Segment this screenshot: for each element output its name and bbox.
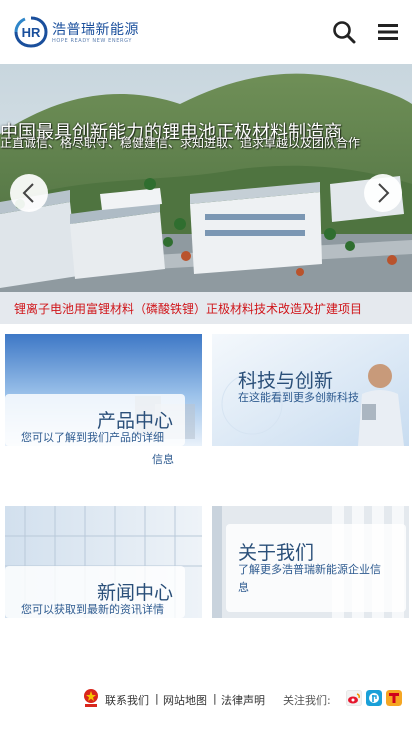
footer-separator: | <box>213 692 217 705</box>
card-news[interactable]: 新闻中心 您可以获取到最新的资讯详情 <box>5 506 202 618</box>
ticker-text[interactable]: 锂离子电池用富锂材料（磷酸铁锂）正极材料技术改造及扩建项目 <box>14 300 362 317</box>
chevron-left-icon <box>22 183 34 203</box>
card-about[interactable]: 关于我们 了解更多浩普瑞新能源企业信 息 <box>212 506 409 618</box>
banner-factory-image <box>0 64 412 324</box>
logo-chinese-name: 浩普瑞新能源 <box>52 22 139 38</box>
card-technology[interactable]: 科技与创新 在这能看到更多创新科技 <box>212 334 409 446</box>
footer-link-legal[interactable]: 法律声明 <box>221 692 265 708</box>
card-description: 您可以获取到最新的资讯详情 <box>21 603 164 616</box>
follow-us-label: 关注我们: <box>283 694 331 707</box>
card-description: 您可以了解到我们产品的详细 <box>21 431 164 444</box>
logo-mark-icon: HR <box>14 16 48 48</box>
chevron-right-icon <box>378 183 390 203</box>
news-ticker[interactable]: 锂离子电池用富锂材料（磷酸铁锂）正极材料技术改造及扩建项目 <box>0 292 412 324</box>
zhihu-icon[interactable] <box>366 690 382 706</box>
menu-button[interactable] <box>376 20 400 44</box>
card-description: 在这能看到更多创新科技 <box>238 391 359 404</box>
search-icon <box>333 21 356 44</box>
weibo-icon[interactable] <box>346 690 362 706</box>
footer-link-contact[interactable]: 联系我们 <box>105 692 149 708</box>
card-products[interactable]: 产品中心 您可以了解到我们产品的详细 <box>5 334 202 446</box>
card-description-continued: 信息 <box>152 453 174 466</box>
banner-next-button[interactable] <box>364 174 402 212</box>
hamburger-menu-icon <box>378 24 398 40</box>
banner-prev-button[interactable] <box>10 174 48 212</box>
site-logo[interactable]: HR 浩普瑞新能源 HOPE READY NEW ENERGY <box>14 14 139 50</box>
site-footer: 联系我们 | 网站地图 | 法律声明 关注我们: <box>0 688 412 712</box>
card-description-continued: 息 <box>238 581 249 594</box>
hero-banner[interactable]: 中国最具创新能力的锂电池正极材料制造商 正直诚信、格尽职守、稳健建信、求知进取、… <box>0 64 412 324</box>
footer-link-sitemap[interactable]: 网站地图 <box>163 692 207 708</box>
footer-separator: | <box>155 692 159 705</box>
logo-mark-text: HR <box>22 25 41 40</box>
card-description: 了解更多浩普瑞新能源企业信 <box>238 563 381 576</box>
tencent-weibo-icon[interactable] <box>386 690 402 706</box>
logo-english-name: HOPE READY NEW ENERGY <box>52 38 132 44</box>
site-header: HR 浩普瑞新能源 HOPE READY NEW ENERGY <box>0 0 412 64</box>
police-badge-icon <box>84 689 98 707</box>
banner-subline: 正直诚信、格尽职守、稳健建信、求知进取、追求卓越以及团队合作 <box>0 136 361 150</box>
search-button[interactable] <box>332 20 356 44</box>
